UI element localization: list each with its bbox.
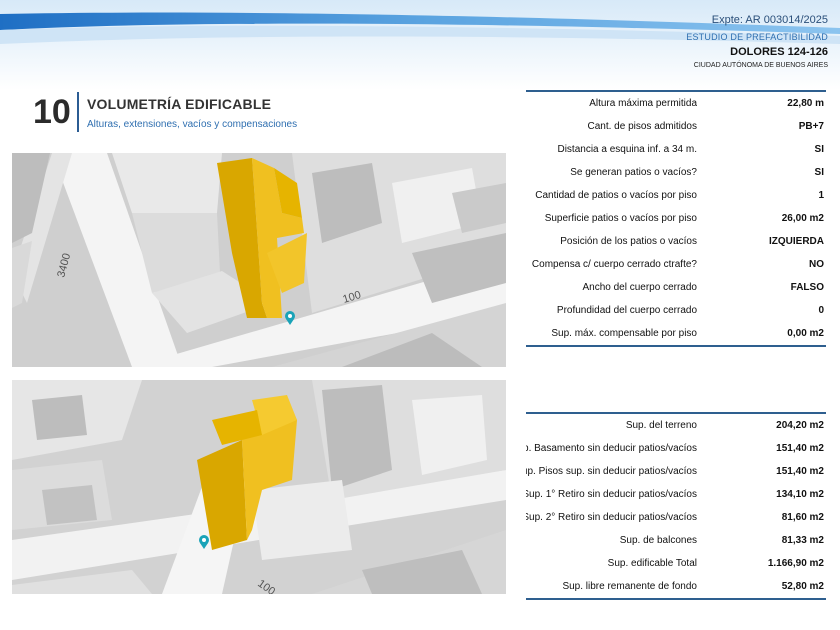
section-divider bbox=[77, 92, 79, 132]
table-row: Sup. de balcones 81,33 m2 bbox=[526, 529, 826, 552]
table-row: Sup. libre remanente de fondo 52,80 m2 bbox=[526, 575, 826, 598]
section-title: VOLUMETRÍA EDIFICABLE bbox=[87, 96, 272, 112]
row-label-text: Sup. 2° Retiro sin deducir patios/vacíos bbox=[526, 512, 697, 523]
table-row: Sup. máx. compensable por piso 0,00 m2 bbox=[526, 322, 826, 345]
row-label-text: Se generan patios o vacíos? bbox=[570, 167, 697, 178]
study-type: ESTUDIO DE PREFACTIBILIDAD bbox=[686, 32, 828, 42]
table-row: Se generan patios o vacíos? SI bbox=[526, 161, 826, 184]
row-value: 22,80 m bbox=[787, 98, 824, 109]
section-number: 10 bbox=[33, 93, 71, 131]
row-label: Distancia a esquina inf. a 34 m. bbox=[526, 144, 697, 155]
row-label-text: Sup. máx. compensable por piso bbox=[551, 328, 697, 339]
table-bottom-rule bbox=[526, 345, 826, 347]
row-label: Sup. 2° Retiro sin deducir patios/vacíos bbox=[526, 512, 697, 523]
row-label-text: Sup. de balcones bbox=[619, 535, 697, 546]
row-value: SI bbox=[814, 144, 824, 155]
row-label-text: Altura máxima permitida bbox=[589, 98, 697, 109]
table-row: Cantidad de patios o vacíos por piso 1 bbox=[526, 184, 826, 207]
row-value: 1 bbox=[818, 190, 824, 201]
row-value: 1.166,90 m2 bbox=[767, 558, 824, 569]
row-value: IZQUIERDA bbox=[769, 236, 824, 247]
row-label-text: Sup. Pisos sup. sin deducir patios/vacío… bbox=[526, 466, 697, 477]
row-label: Cantidad de patios o vacíos por piso bbox=[526, 190, 697, 201]
row-label: Sup. del terreno bbox=[526, 420, 697, 431]
expediente-number: Expte: AR 003014/2025 bbox=[711, 14, 828, 26]
row-label: Sup. de balcones bbox=[526, 535, 697, 546]
header-info: Expte: AR 003014/2025 ESTUDIO DE PREFACT… bbox=[686, 14, 828, 69]
table-row: Distancia a esquina inf. a 34 m. SI bbox=[526, 138, 826, 161]
row-label: Altura máxima permitida bbox=[526, 98, 697, 109]
row-value: NO bbox=[809, 259, 824, 270]
row-value: 81,33 m2 bbox=[781, 535, 824, 546]
row-label: Sup. Pisos sup. sin deducir patios/vacío… bbox=[526, 466, 697, 477]
table-bottom-rule bbox=[526, 598, 826, 600]
row-value: SI bbox=[814, 167, 824, 178]
row-label-text: Compensa c/ cuerpo cerrado ctrafte? bbox=[531, 259, 697, 270]
table-row: Sup. edificable Total 1.166,90 m2 bbox=[526, 552, 826, 575]
volumetry-map-view-1: 3400 100 bbox=[12, 153, 506, 367]
row-label: Cant. de pisos admitidos bbox=[526, 121, 697, 132]
row-value: PB+7 bbox=[798, 121, 824, 132]
section-subtitle: Alturas, extensiones, vacíos y compensac… bbox=[87, 119, 298, 130]
row-label: Compensa c/ cuerpo cerrado ctrafte? bbox=[526, 259, 697, 270]
row-label: Sup. libre remanente de fondo bbox=[526, 581, 697, 592]
city-name: CIUDAD AUTÓNOMA DE BUENOS AIRES bbox=[693, 62, 828, 69]
row-label-text: Cantidad de patios o vacíos por piso bbox=[535, 190, 697, 201]
row-value: 26,00 m2 bbox=[781, 213, 824, 224]
row-label-text: Sup. edificable Total bbox=[607, 558, 697, 569]
row-value: 204,20 m2 bbox=[776, 420, 824, 431]
row-label: Profundidad del cuerpo cerrado bbox=[526, 305, 697, 316]
volumetry-parameters-table: Altura máxima permitida 22,80 m Cant. de p… bbox=[526, 90, 826, 347]
table-row: Posición de los patios o vacíos IZQUIERDA bbox=[526, 230, 826, 253]
row-value: 0 bbox=[818, 305, 824, 316]
row-label-text: Distancia a esquina inf. a 34 m. bbox=[557, 144, 697, 155]
table-row: Sup. 2° Retiro sin deducir patios/vacíos… bbox=[526, 506, 826, 529]
row-label: Posición de los patios o vacíos bbox=[526, 236, 697, 247]
table-row: Sup. Pisos sup. sin deducir patios/vacío… bbox=[526, 460, 826, 483]
row-label-text: Profundidad del cuerpo cerrado bbox=[556, 305, 697, 316]
row-value: 134,10 m2 bbox=[776, 489, 824, 500]
row-value: FALSO bbox=[790, 282, 824, 293]
row-label-text: Ancho del cuerpo cerrado bbox=[582, 282, 697, 293]
table-row: Cant. de pisos admitidos PB+7 bbox=[526, 115, 826, 138]
table-row: Altura máxima permitida 22,80 m bbox=[526, 92, 826, 115]
row-label-text: Posición de los patios o vacíos bbox=[560, 236, 697, 247]
row-label: Se generan patios o vacíos? bbox=[526, 167, 697, 178]
row-label: Sup. Basamento sin deducir patios/vacíos bbox=[526, 443, 697, 454]
surface-areas-table: Sup. del terreno 204,20 m2 Sup. Basamento … bbox=[526, 412, 826, 600]
table-row: Sup. del terreno 204,20 m2 bbox=[526, 414, 826, 437]
table-row: Superficie patios o vacíos por piso 26,00… bbox=[526, 207, 826, 230]
row-value: 81,60 m2 bbox=[781, 512, 824, 523]
table-row: Sup. Basamento sin deducir patios/vacíos… bbox=[526, 437, 826, 460]
row-label-text: Sup. del terreno bbox=[625, 420, 697, 431]
row-label-text: Sup. libre remanente de fondo bbox=[562, 581, 697, 592]
row-label: Sup. 1° Retiro sin deducir patios/vacíos bbox=[526, 489, 697, 500]
row-label: Superficie patios o vacíos por piso bbox=[526, 213, 697, 224]
row-label-text: Sup. 1° Retiro sin deducir patios/vacíos bbox=[526, 489, 697, 500]
row-label: Ancho del cuerpo cerrado bbox=[526, 282, 697, 293]
volumetry-map-view-2: 100 bbox=[12, 380, 506, 594]
table-row: Sup. 1° Retiro sin deducir patios/vacíos… bbox=[526, 483, 826, 506]
row-label: Sup. edificable Total bbox=[526, 558, 697, 569]
table-row: Profundidad del cuerpo cerrado 0 bbox=[526, 299, 826, 322]
row-value: 151,40 m2 bbox=[776, 466, 824, 477]
row-label-text: Cant. de pisos admitidos bbox=[587, 121, 697, 132]
row-value: 151,40 m2 bbox=[776, 443, 824, 454]
row-value: 52,80 m2 bbox=[781, 581, 824, 592]
row-label-text: Sup. Basamento sin deducir patios/vacíos bbox=[526, 443, 697, 454]
table-row: Ancho del cuerpo cerrado FALSO bbox=[526, 276, 826, 299]
row-value: 0,00 m2 bbox=[787, 328, 824, 339]
table-row: Compensa c/ cuerpo cerrado ctrafte? NO bbox=[526, 253, 826, 276]
row-label-text: Superficie patios o vacíos por piso bbox=[544, 213, 697, 224]
property-address: DOLORES 124-126 bbox=[730, 46, 828, 58]
row-label: Sup. máx. compensable por piso bbox=[526, 328, 697, 339]
